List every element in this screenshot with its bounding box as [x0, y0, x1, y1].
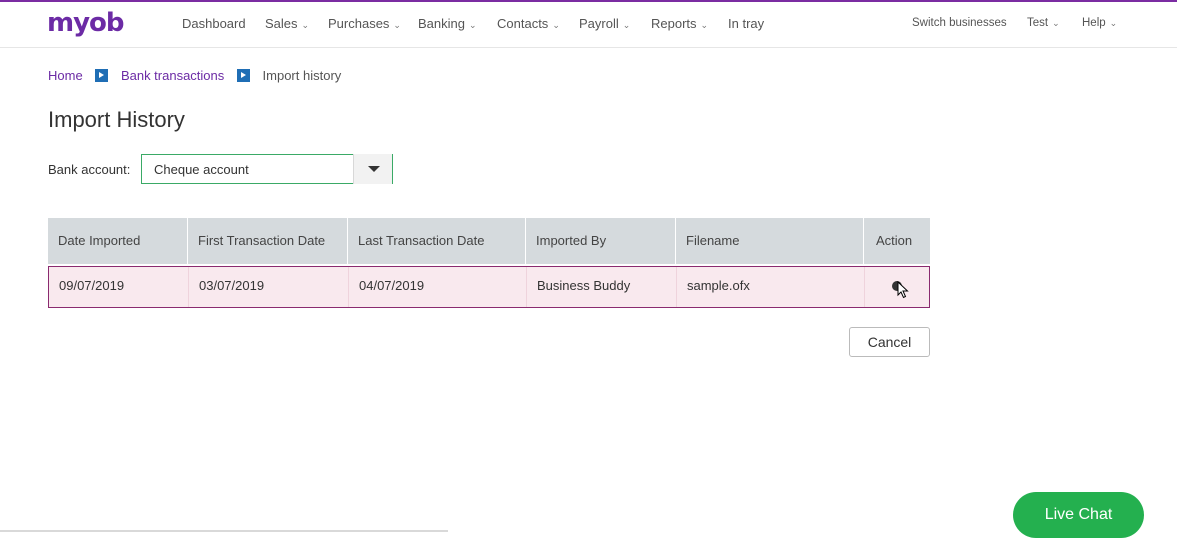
dropdown-caret-icon[interactable]: [353, 154, 392, 184]
nav-sales-label: Sales: [265, 16, 298, 31]
live-chat-button[interactable]: Live Chat: [1013, 492, 1144, 538]
breadcrumb-arrow-icon: [236, 69, 250, 82]
cell-last-transaction-date: 04/07/2019: [349, 267, 527, 307]
nav-purchases[interactable]: Purchases ⌄: [328, 16, 401, 31]
breadcrumb-bank-transactions[interactable]: Bank transactions: [121, 68, 224, 83]
nav-payroll[interactable]: Payroll ⌄: [579, 16, 630, 31]
help-label: Help: [1082, 17, 1106, 29]
nav-business-test[interactable]: Test ⌄: [1027, 17, 1060, 29]
nav-reports-label: Reports: [651, 16, 697, 31]
nav-sales[interactable]: Sales ⌄: [265, 16, 309, 31]
myob-logo[interactable]: myob: [47, 6, 125, 40]
chevron-down-icon: ⌄: [552, 20, 560, 30]
breadcrumb-current: Import history: [262, 68, 342, 83]
header-first-transaction-date: First Transaction Date: [188, 218, 348, 264]
header-filename: Filename: [676, 218, 864, 264]
bank-account-label: Bank account:: [48, 162, 131, 177]
nav-payroll-label: Payroll: [579, 16, 619, 31]
header-action: Action: [876, 233, 913, 248]
import-history-table: Date Imported First Transaction Date Las…: [48, 218, 930, 308]
chevron-down-icon: ⌄: [700, 20, 709, 30]
nav-help[interactable]: Help ⌄: [1082, 17, 1117, 29]
chevron-down-icon: ⌄: [1052, 18, 1060, 28]
bank-account-select[interactable]: Cheque account: [141, 154, 393, 184]
page-title: Import History: [48, 107, 185, 132]
nav-banking[interactable]: Banking ⌄: [418, 16, 477, 31]
table-header-row: Date Imported First Transaction Date Las…: [48, 218, 930, 264]
nav-switch-businesses[interactable]: Switch businesses: [912, 17, 1007, 29]
breadcrumb-arrow-icon: [95, 69, 109, 82]
nav-purchases-label: Purchases: [328, 16, 390, 31]
chevron-down-icon: ⌄: [1109, 18, 1118, 28]
cell-first-transaction-date: 03/07/2019: [189, 267, 349, 307]
chevron-down-icon: ⌄: [301, 20, 310, 30]
nav-dashboard-label: Dashboard: [182, 16, 246, 31]
cell-action: [865, 267, 929, 307]
header-imported-by: Imported By: [526, 218, 676, 264]
chevron-down-icon: ⌄: [393, 20, 401, 30]
header-last-transaction-date: Last Transaction Date: [348, 218, 526, 264]
top-navigation-bar: myob Dashboard Sales ⌄ Purchases ⌄ Banking…: [0, 2, 1177, 48]
table-row[interactable]: 09/07/2019 03/07/2019 04/07/2019 Busines…: [48, 266, 930, 308]
cell-date-imported[interactable]: 09/07/2019: [49, 267, 189, 307]
nav-banking-label: Banking: [418, 16, 465, 31]
nav-contacts-label: Contacts: [497, 16, 549, 31]
cancel-button[interactable]: Cancel: [849, 327, 930, 357]
nav-contacts[interactable]: Contacts ⌄: [497, 16, 560, 31]
breadcrumb-home[interactable]: Home: [48, 68, 83, 83]
business-name-label: Test: [1027, 17, 1049, 29]
nav-in-tray-label: In tray: [728, 16, 765, 31]
header-date-imported: Date Imported: [48, 218, 188, 264]
chevron-down-icon: ⌄: [622, 20, 631, 30]
cell-filename[interactable]: sample.ofx: [677, 267, 865, 307]
mouse-cursor-icon: [897, 281, 909, 299]
nav-dashboard[interactable]: Dashboard: [182, 16, 246, 31]
nav-reports[interactable]: Reports ⌄: [651, 16, 708, 31]
bank-account-selected-value: Cheque account: [154, 162, 249, 177]
breadcrumb: Home Bank transactions Import history: [48, 68, 341, 84]
chevron-down-icon: ⌄: [468, 20, 477, 30]
cell-imported-by: Business Buddy: [527, 267, 677, 307]
nav-in-tray[interactable]: In tray: [728, 16, 764, 31]
horizontal-scrollbar[interactable]: [0, 530, 448, 532]
switch-businesses-label: Switch businesses: [912, 17, 1007, 29]
